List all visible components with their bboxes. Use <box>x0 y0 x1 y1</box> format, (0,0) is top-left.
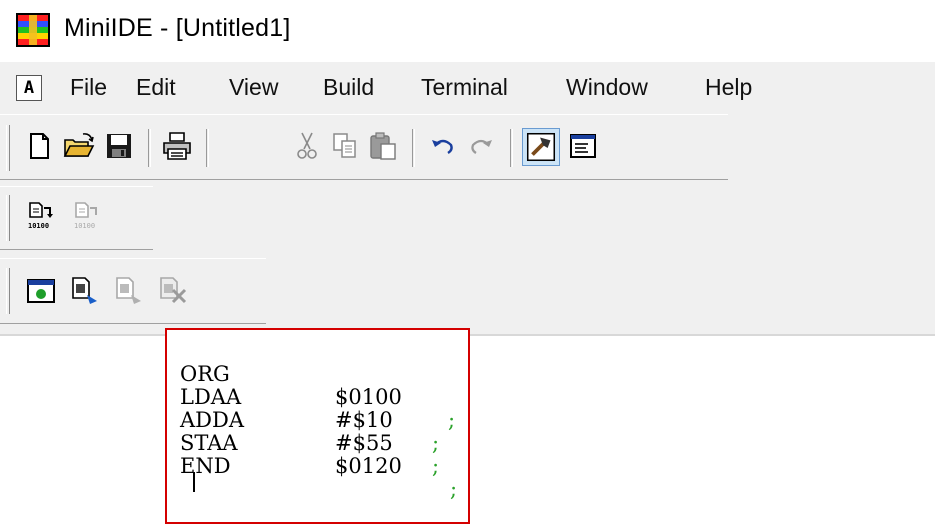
code-line: ADDA #$55 ; <box>180 386 439 478</box>
code-line: STAA $0120 ; <box>180 409 457 501</box>
cut-icon[interactable] <box>290 129 324 163</box>
stop-download-icon[interactable] <box>156 274 190 308</box>
toolbar-grip[interactable] <box>6 268 10 314</box>
standard-toolbar <box>0 114 728 180</box>
toolbar-separator <box>412 129 415 167</box>
comment: ; <box>448 408 456 432</box>
title-bar: MiniIDE - [Untitled1] <box>0 0 935 62</box>
menu-file[interactable]: File <box>70 74 107 101</box>
comment: ; <box>432 454 440 478</box>
text-caret <box>193 472 195 492</box>
menu-build[interactable]: Build <box>323 74 374 101</box>
operand: #$10 <box>335 408 393 432</box>
window-title: MiniIDE - [Untitled1] <box>64 14 291 42</box>
document-system-menu-icon[interactable]: A <box>16 75 42 101</box>
menu-edit[interactable]: Edit <box>136 74 176 101</box>
miniide-app-icon <box>16 13 50 47</box>
menu-terminal[interactable]: Terminal <box>421 74 508 101</box>
undo-icon[interactable] <box>426 129 460 163</box>
operand: $0100 <box>335 385 402 409</box>
toolbar-grip[interactable] <box>6 125 10 171</box>
comment: ; <box>450 477 458 501</box>
toolbar-separator <box>148 129 151 167</box>
toolbar-grip[interactable] <box>6 195 10 241</box>
menu-help[interactable]: Help <box>705 74 752 101</box>
operand: $0120 <box>335 454 402 478</box>
svg-text:10100: 10100 <box>74 222 95 230</box>
operand: #$55 <box>335 431 393 455</box>
build-icon[interactable] <box>522 128 560 166</box>
assemble-disabled-icon[interactable]: 10100 <box>70 199 104 233</box>
download-toolbar <box>0 258 266 324</box>
menu-view[interactable]: View <box>229 74 278 101</box>
code-line: LDAA #$10 ; <box>180 363 439 455</box>
paste-icon[interactable] <box>366 129 400 163</box>
assemble-icon[interactable]: 10100 <box>24 199 58 233</box>
compile-toolbar: 10100 10100 <box>0 186 153 250</box>
toolbar-separator <box>510 129 513 167</box>
new-file-icon[interactable] <box>22 129 56 163</box>
comment: ; <box>432 431 440 455</box>
copy-icon[interactable] <box>328 129 362 163</box>
code-editor[interactable]: ORG $0100 ; LDAA #$10 ; ADDA #$55 ; STAA… <box>180 340 457 501</box>
menu-window[interactable]: Window <box>566 74 648 101</box>
download-icon[interactable] <box>68 274 102 308</box>
code-line: END <box>180 432 231 478</box>
download-disabled-icon[interactable] <box>112 274 146 308</box>
opcode: END <box>180 454 231 478</box>
output-window-icon[interactable] <box>566 129 600 163</box>
code-line: ORG $0100 ; <box>180 340 455 432</box>
print-icon[interactable] <box>160 129 194 163</box>
save-icon[interactable] <box>102 129 136 163</box>
svg-text:10100: 10100 <box>28 222 49 230</box>
redo-icon[interactable] <box>464 129 498 163</box>
toolbar-separator <box>206 129 209 167</box>
open-folder-icon[interactable] <box>62 129 96 163</box>
terminal-window-icon[interactable] <box>24 274 58 308</box>
